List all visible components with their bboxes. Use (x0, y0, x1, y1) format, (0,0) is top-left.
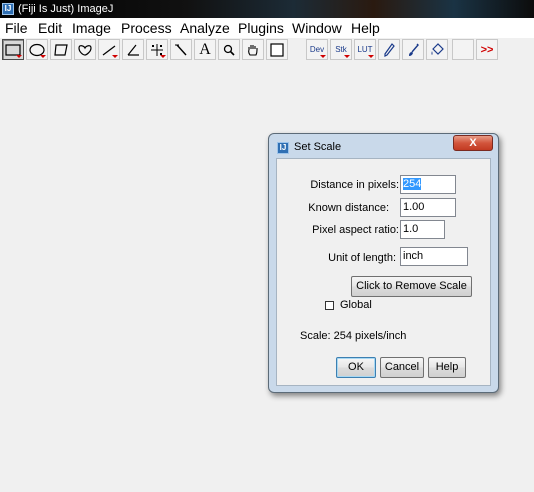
angle-tool-button[interactable] (122, 39, 144, 60)
pencil-tool-button[interactable] (378, 39, 400, 60)
menu-window[interactable]: Window (292, 19, 342, 37)
wand-tool-button[interactable] (170, 39, 192, 60)
menu-file[interactable]: File (5, 19, 28, 37)
cancel-button[interactable]: Cancel (380, 357, 424, 378)
set-scale-dialog: IJ Set Scale X Distance in pixels: 254 K… (268, 133, 499, 393)
flood-fill-tool-icon (431, 42, 444, 55)
menubar: File Edit Image Process Analyze Plugins … (0, 18, 534, 39)
remove-scale-button[interactable]: Click to Remove Scale (351, 276, 472, 297)
more-tools-button[interactable]: >> (476, 39, 498, 60)
fiji-app-icon: IJ (277, 142, 289, 154)
multipoint-tool-button[interactable] (146, 39, 168, 60)
more-tools-icon: >> (480, 43, 494, 56)
stk-tool-button[interactable]: Stk (330, 39, 352, 60)
magnifier-tool-button[interactable] (218, 39, 240, 60)
dev-tool-icon: Dev (309, 45, 325, 54)
scale-readout: Scale: 254 pixels/inch (300, 330, 407, 342)
freehand-tool-icon (78, 44, 92, 56)
known-distance-label: Known distance: (308, 202, 389, 214)
polygon-tool-icon (54, 43, 68, 56)
fiji-app-icon: IJ (2, 3, 14, 15)
oval-tool-button[interactable] (26, 39, 48, 60)
known-distance-input[interactable]: 1.00 (400, 198, 456, 217)
rectangle-tool-button[interactable] (2, 39, 24, 60)
dialog-body: Distance in pixels: 254 Known distance: … (276, 158, 491, 386)
line-tool-button[interactable] (98, 39, 120, 60)
pencil-tool-icon (384, 42, 395, 57)
menu-help[interactable]: Help (351, 19, 380, 37)
angle-tool-icon (127, 44, 139, 56)
unit-input[interactable]: inch (400, 247, 468, 266)
brush-tool-button[interactable] (402, 39, 424, 60)
unit-label: Unit of length: (328, 252, 396, 264)
text-tool-icon: A (199, 40, 211, 58)
hand-tool-button[interactable] (242, 39, 264, 60)
menu-edit[interactable]: Edit (38, 19, 62, 37)
color-picker-tool-icon (270, 42, 284, 57)
freehand-tool-button[interactable] (74, 39, 96, 60)
menu-process[interactable]: Process (121, 19, 172, 37)
text-tool-button[interactable]: A (194, 39, 216, 60)
stk-tool-icon: Stk (335, 45, 347, 54)
lut-tool-icon: LUT (357, 45, 373, 54)
close-button[interactable]: X (453, 135, 493, 151)
distance-input[interactable]: 254 (400, 175, 456, 194)
dev-tool-button[interactable]: Dev (306, 39, 328, 60)
brush-tool-icon (409, 43, 419, 56)
flood-fill-tool-button[interactable] (426, 39, 448, 60)
global-checkbox[interactable] (325, 301, 334, 310)
color-picker-tool-button[interactable] (266, 39, 288, 60)
distance-label: Distance in pixels: (310, 179, 399, 191)
empty-tool-slot (452, 39, 474, 60)
polygon-tool-button[interactable] (50, 39, 72, 60)
menu-analyze[interactable]: Analyze (180, 19, 230, 37)
hand-tool-icon (248, 44, 258, 56)
magnifier-tool-icon (223, 44, 235, 56)
wand-tool-icon (175, 44, 187, 55)
help-button[interactable]: Help (428, 357, 466, 378)
window-title: (Fiji Is Just) ImageJ (18, 3, 114, 15)
dialog-title: Set Scale (294, 141, 342, 153)
toolbar: A Dev Stk LUT >> (0, 38, 534, 61)
menu-plugins[interactable]: Plugins (238, 19, 284, 37)
ok-button[interactable]: OK (336, 357, 376, 378)
pixel-aspect-label: Pixel aspect ratio: (312, 224, 399, 236)
window-titlebar: IJ (Fiji Is Just) ImageJ (0, 0, 534, 18)
distance-value: 254 (403, 178, 422, 190)
menu-image[interactable]: Image (72, 19, 111, 37)
lut-tool-button[interactable]: LUT (354, 39, 376, 60)
pixel-aspect-input[interactable]: 1.0 (400, 220, 445, 239)
global-label: Global (340, 299, 372, 311)
